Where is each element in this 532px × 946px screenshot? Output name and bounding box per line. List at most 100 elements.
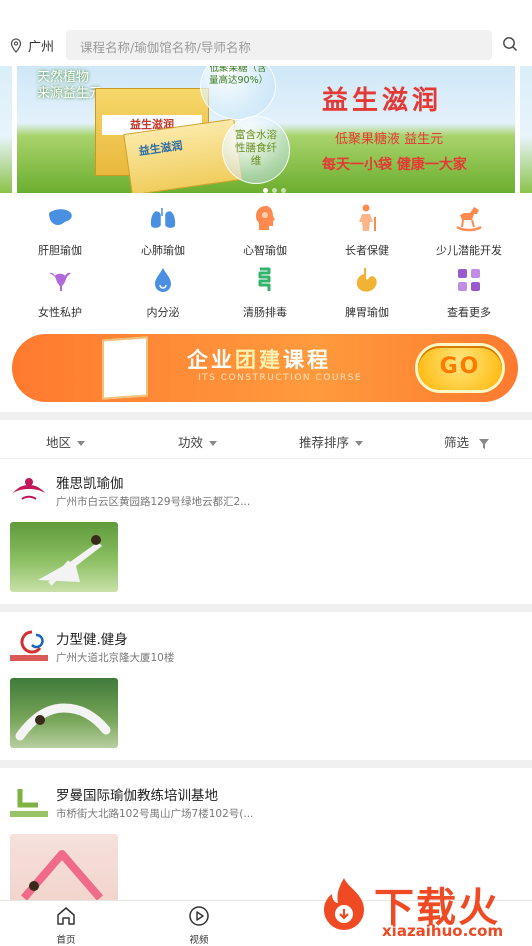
category-label: 女性私护 bbox=[38, 306, 82, 319]
promo-title-part3: 课程 bbox=[283, 348, 331, 372]
banner-bubble-1-text: 低聚果糖（含量高达90%） bbox=[209, 66, 269, 86]
rocking-horse-icon bbox=[456, 207, 482, 232]
location-city: 广州 bbox=[28, 40, 55, 55]
lungs-icon bbox=[150, 208, 176, 228]
search-icon[interactable] bbox=[502, 36, 518, 52]
filter-region[interactable]: 地区 bbox=[46, 432, 86, 451]
category-label: 查看更多 bbox=[447, 306, 491, 319]
funnel-icon bbox=[479, 438, 489, 449]
venue-card[interactable]: 雅思凯瑜伽 广州市白云区黄园路129号绿地云都汇2... bbox=[0, 458, 532, 604]
category-label: 心智瑜伽 bbox=[243, 244, 287, 257]
category-mind-yoga[interactable]: 心智瑜伽 bbox=[215, 203, 315, 258]
venue-photo bbox=[10, 678, 118, 748]
section-divider bbox=[0, 604, 532, 612]
location-pin-icon bbox=[10, 38, 22, 53]
venue-logo bbox=[13, 478, 45, 500]
play-icon bbox=[189, 906, 209, 926]
category-elder-care[interactable]: 长者保健 bbox=[317, 203, 417, 258]
banner-tag-line1: 天然植物 bbox=[37, 70, 90, 85]
banner-tag-line2: 来源益生元 bbox=[37, 86, 103, 101]
filter-screen[interactable]: 筛选 bbox=[444, 432, 489, 451]
promo-title: 企业团建课程 bbox=[187, 344, 331, 374]
banner-next-peek[interactable] bbox=[520, 66, 532, 193]
venue-logo bbox=[10, 630, 48, 661]
promo-title-part1: 企业 bbox=[187, 348, 235, 372]
category-detox[interactable]: 清肠排毒 bbox=[215, 265, 315, 320]
category-stomach-yoga[interactable]: 脾胃瑜伽 bbox=[317, 265, 417, 320]
carousel-dot bbox=[272, 188, 277, 193]
category-label: 脾胃瑜伽 bbox=[345, 306, 389, 319]
uterus-icon bbox=[49, 272, 71, 291]
liver-icon bbox=[49, 209, 72, 225]
venue-name: 雅思凯瑜伽 bbox=[56, 476, 124, 492]
category-women-care[interactable]: 女性私护 bbox=[10, 265, 110, 320]
filter-effect[interactable]: 功效 bbox=[178, 432, 218, 451]
intestine-icon bbox=[258, 267, 271, 291]
section-divider bbox=[0, 760, 532, 768]
category-see-more[interactable]: 查看更多 bbox=[419, 265, 519, 320]
category-label: 内分泌 bbox=[146, 306, 180, 319]
banner-title: 益生滋润 bbox=[322, 86, 443, 116]
caret-down-icon bbox=[77, 441, 86, 446]
category-liver-yoga[interactable]: 肝胆瑜伽 bbox=[10, 203, 110, 258]
head-icon bbox=[256, 206, 275, 230]
product-sachet-label: 益生滋润 bbox=[137, 139, 184, 159]
venue-address: 广州大道北京隆大厦10楼 bbox=[56, 652, 175, 664]
caret-down-icon bbox=[209, 441, 218, 446]
filter-label: 筛选 bbox=[444, 435, 470, 450]
venue-photo bbox=[10, 834, 118, 904]
venue-name: 力型健.健身 bbox=[56, 632, 128, 648]
stomach-icon bbox=[356, 268, 377, 292]
filter-bar: 地区 功效 推荐排序 筛选 bbox=[0, 422, 532, 459]
tab-home[interactable]: 首页 bbox=[36, 905, 96, 946]
venue-logo bbox=[10, 789, 48, 817]
section-divider bbox=[0, 412, 532, 420]
category-kids-potential[interactable]: 少儿潜能开发 bbox=[419, 203, 519, 258]
corporate-team-building-banner[interactable]: 企业团建课程 ITS CONSTRUCTION COURSE GO bbox=[12, 334, 518, 402]
category-label: 少儿潜能开发 bbox=[436, 244, 502, 257]
elder-icon bbox=[359, 204, 376, 231]
category-label: 清肠排毒 bbox=[243, 306, 287, 319]
top-bar: 广州 课程名称/瑜伽馆名称/导师名称 bbox=[0, 28, 532, 62]
category-endocrine[interactable]: 内分泌 bbox=[113, 265, 213, 320]
caret-down-icon bbox=[355, 441, 364, 446]
search-input[interactable]: 课程名称/瑜伽馆名称/导师名称 bbox=[66, 30, 492, 60]
banner-bubble-2-text: 富含水溶性膳食纤维 bbox=[235, 129, 277, 167]
banner-prev-peek[interactable] bbox=[0, 66, 12, 193]
banner-bubble-1: 低聚果糖（含量高达90%） bbox=[200, 66, 276, 120]
promo-subtitle: ITS CONSTRUCTION COURSE bbox=[198, 373, 363, 383]
promo-illustration bbox=[102, 336, 148, 400]
search-placeholder: 课程名称/瑜伽馆名称/导师名称 bbox=[80, 40, 251, 55]
venue-name: 罗曼国际瑜伽教练培训基地 bbox=[56, 788, 218, 804]
flame-logo-icon bbox=[324, 878, 364, 930]
venue-address: 市桥街大北路102号禺山广场7楼102号(... bbox=[56, 808, 254, 820]
go-button[interactable]: GO bbox=[418, 346, 502, 390]
site-watermark: 下载火 xiazaihuo.com bbox=[312, 872, 532, 944]
home-icon bbox=[57, 907, 75, 925]
carousel-dot bbox=[281, 188, 286, 193]
carousel-dot bbox=[263, 188, 268, 193]
drop-icon bbox=[155, 268, 171, 292]
filter-label: 功效 bbox=[178, 435, 204, 450]
filter-label: 地区 bbox=[46, 435, 72, 450]
carousel-indicator bbox=[261, 178, 288, 193]
banner-subtitle-2: 每天一小袋 健康一大家 bbox=[322, 157, 467, 173]
banner-bubble-2: 富含水溶性膳食纤维 bbox=[222, 116, 290, 184]
location-selector[interactable]: 广州 bbox=[10, 36, 54, 55]
venue-address: 广州市白云区黄园路129号绿地云都汇2... bbox=[56, 496, 251, 508]
promo-title-part2: 团建 bbox=[235, 348, 283, 372]
category-label: 肝胆瑜伽 bbox=[38, 244, 82, 257]
banner-subtitle-1: 低聚果糖液 益生元 bbox=[335, 132, 444, 147]
venue-photo bbox=[10, 522, 118, 592]
filter-sort[interactable]: 推荐排序 bbox=[299, 432, 364, 451]
grid-more-icon bbox=[458, 269, 480, 291]
tab-video[interactable]: 视频 bbox=[169, 905, 229, 946]
filter-label: 推荐排序 bbox=[299, 435, 350, 450]
category-label: 心肺瑜伽 bbox=[141, 244, 185, 257]
watermark-url: xiazaihuo.com bbox=[382, 922, 504, 940]
banner-tagline: 天然植物 来源益生元 bbox=[37, 70, 102, 102]
category-label: 长者保健 bbox=[345, 244, 389, 257]
category-heart-lung-yoga[interactable]: 心肺瑜伽 bbox=[113, 203, 213, 258]
venue-card[interactable]: 力型健.健身 广州大道北京隆大厦10楼 bbox=[0, 614, 532, 760]
banner-carousel[interactable]: 天然植物 来源益生元 益生滋润 益生滋润 低聚果糖（含量高达90%） 富含水溶性… bbox=[17, 66, 515, 193]
